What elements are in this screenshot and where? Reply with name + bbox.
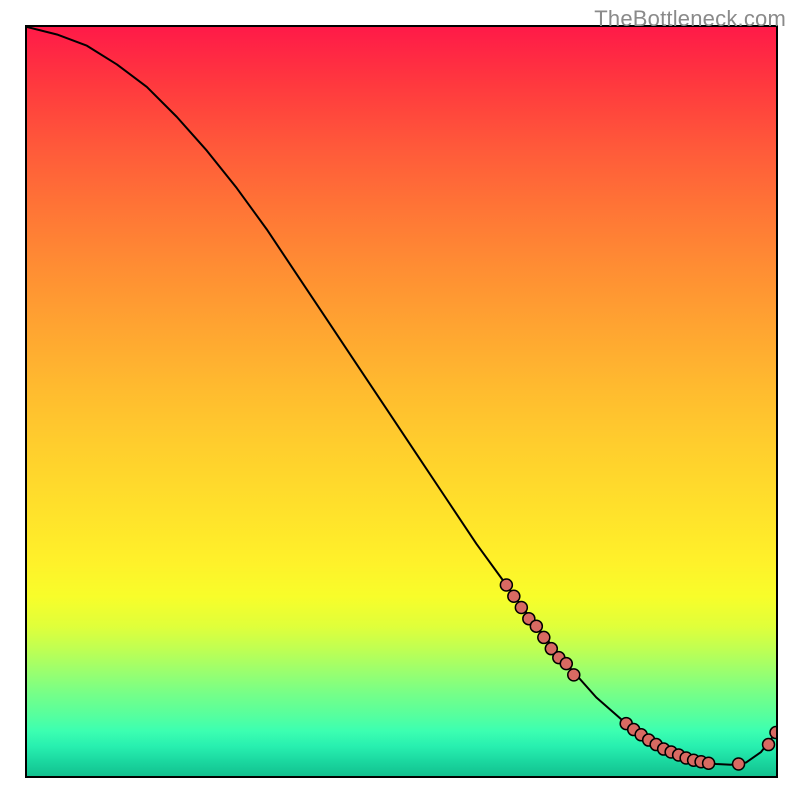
marker-point [770,727,776,739]
marker-point [703,757,715,769]
marker-point [568,669,580,681]
plot-area [25,25,778,778]
marker-point [733,758,745,770]
marker-point [508,590,520,602]
marker-point [500,579,512,591]
optimal-marker-points [500,579,776,770]
curve-svg [27,27,776,776]
marker-point [763,739,775,751]
marker-point [530,620,542,632]
watermark-text: TheBottleneck.com [594,6,786,32]
curve-line [27,27,776,765]
marker-point [515,601,527,613]
marker-point [538,631,550,643]
marker-point [560,658,572,670]
chart-container: TheBottleneck.com [0,0,800,800]
